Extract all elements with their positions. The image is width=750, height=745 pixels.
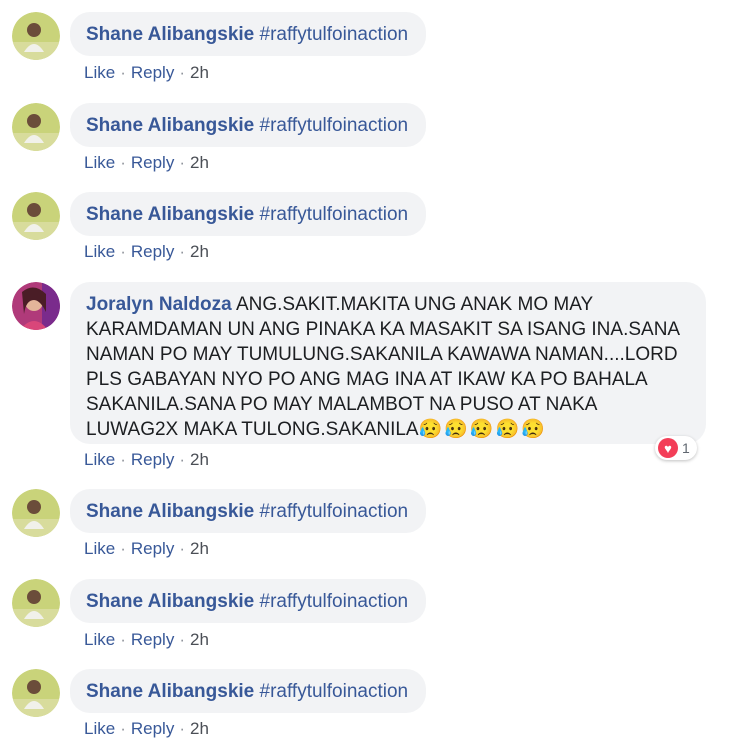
heart-love-icon: ♥: [658, 438, 678, 458]
comment-actions: Like · Reply · 2h: [84, 630, 209, 650]
comment-bubble: Joralyn Naldoza ANG.SAKIT.MAKITA UNG ANA…: [70, 282, 706, 444]
timestamp[interactable]: 2h: [190, 242, 209, 261]
comment-actions: Like · Reply · 2h: [84, 719, 209, 739]
reply-button[interactable]: Reply: [131, 719, 174, 738]
comment-author[interactable]: Shane Alibangskie: [86, 24, 254, 45]
comment-bubble: Shane Alibangskie #raffytulfoinaction: [70, 103, 426, 147]
avatar[interactable]: [12, 282, 60, 330]
avatar[interactable]: [12, 669, 60, 717]
comment-author[interactable]: Shane Alibangskie: [86, 591, 254, 612]
avatar[interactable]: [12, 192, 60, 240]
timestamp[interactable]: 2h: [190, 450, 209, 469]
reply-button[interactable]: Reply: [131, 242, 174, 261]
timestamp[interactable]: 2h: [190, 719, 209, 738]
like-button[interactable]: Like: [84, 63, 115, 82]
separator: ·: [120, 242, 126, 261]
comment-bubble: Shane Alibangskie #raffytulfoinaction: [70, 489, 426, 533]
reaction-count: 1: [682, 440, 690, 456]
comment-actions: Like · Reply · 2h: [84, 153, 209, 173]
hashtag-link[interactable]: #raffytulfoinaction: [260, 24, 409, 45]
separator: ·: [120, 539, 126, 558]
like-button[interactable]: Like: [84, 242, 115, 261]
separator: ·: [120, 153, 126, 172]
comment-actions: Like · Reply · 2h: [84, 242, 209, 262]
timestamp[interactable]: 2h: [190, 630, 209, 649]
separator: ·: [179, 63, 185, 82]
separator: ·: [179, 539, 185, 558]
hashtag-link[interactable]: #raffytulfoinaction: [260, 591, 409, 612]
separator: ·: [179, 719, 185, 738]
hashtag-link[interactable]: #raffytulfoinaction: [260, 681, 409, 702]
timestamp[interactable]: 2h: [190, 63, 209, 82]
separator: ·: [120, 630, 126, 649]
comment-author[interactable]: Shane Alibangskie: [86, 501, 254, 522]
comment-author[interactable]: Shane Alibangskie: [86, 681, 254, 702]
separator: ·: [120, 719, 126, 738]
timestamp[interactable]: 2h: [190, 153, 209, 172]
avatar[interactable]: [12, 12, 60, 60]
reaction-badge[interactable]: ♥ 1: [655, 436, 697, 460]
comment-author[interactable]: Joralyn Naldoza: [86, 294, 232, 315]
comment-author[interactable]: Shane Alibangskie: [86, 115, 254, 136]
comment-actions: Like · Reply · 2h: [84, 63, 209, 83]
crying-emoji-icons: 😥😥😥😥😥: [418, 419, 547, 440]
reply-button[interactable]: Reply: [131, 153, 174, 172]
comment-actions: Like · Reply · 2h: [84, 539, 209, 559]
comment-actions: Like · Reply · 2h: [84, 450, 209, 470]
comment-bubble: Shane Alibangskie #raffytulfoinaction: [70, 192, 426, 236]
like-button[interactable]: Like: [84, 539, 115, 558]
comment-author[interactable]: Shane Alibangskie: [86, 204, 254, 225]
separator: ·: [120, 450, 126, 469]
comment-text: ANG.SAKIT.MAKITA UNG ANAK MO MAY KARAMDA…: [86, 294, 680, 440]
separator: ·: [179, 153, 185, 172]
like-button[interactable]: Like: [84, 153, 115, 172]
like-button[interactable]: Like: [84, 630, 115, 649]
hashtag-link[interactable]: #raffytulfoinaction: [260, 501, 409, 522]
separator: ·: [120, 63, 126, 82]
reply-button[interactable]: Reply: [131, 539, 174, 558]
timestamp[interactable]: 2h: [190, 539, 209, 558]
comment-bubble: Shane Alibangskie #raffytulfoinaction: [70, 579, 426, 623]
like-button[interactable]: Like: [84, 719, 115, 738]
hashtag-link[interactable]: #raffytulfoinaction: [260, 115, 409, 136]
comment-bubble: Shane Alibangskie #raffytulfoinaction: [70, 12, 426, 56]
like-button[interactable]: Like: [84, 450, 115, 469]
avatar[interactable]: [12, 103, 60, 151]
reply-button[interactable]: Reply: [131, 450, 174, 469]
reply-button[interactable]: Reply: [131, 630, 174, 649]
avatar[interactable]: [12, 489, 60, 537]
hashtag-link[interactable]: #raffytulfoinaction: [260, 204, 409, 225]
reply-button[interactable]: Reply: [131, 63, 174, 82]
comment-bubble: Shane Alibangskie #raffytulfoinaction: [70, 669, 426, 713]
separator: ·: [179, 242, 185, 261]
separator: ·: [179, 450, 185, 469]
separator: ·: [179, 630, 185, 649]
avatar[interactable]: [12, 579, 60, 627]
